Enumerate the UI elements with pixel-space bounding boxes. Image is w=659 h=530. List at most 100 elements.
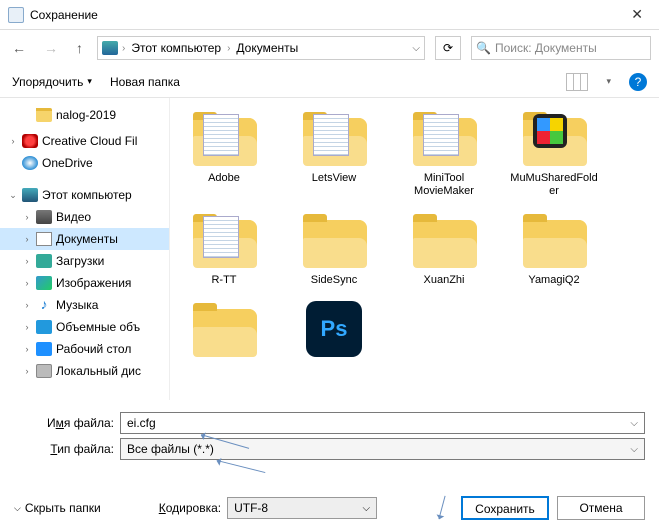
chevron-down-icon[interactable]: ⌵ (630, 418, 638, 429)
encoding-label: Кодировка: (159, 501, 221, 515)
tree-item-label: Изображения (56, 276, 131, 290)
folder-icon (189, 301, 259, 357)
bottom-bar: ⌵ Скрыть папки Кодировка: UTF-8 ⌵ Сохран… (0, 496, 659, 520)
chevron-right-icon[interactable]: › (22, 300, 32, 310)
file-name: MuMuSharedFolder (508, 172, 600, 198)
chevron-down-icon: ⌵ (14, 503, 21, 514)
close-button[interactable]: ✕ (623, 4, 651, 25)
tree-item[interactable]: ⌄ Этот компьютер (0, 184, 169, 206)
file-item[interactable]: LetsView (288, 110, 380, 198)
organize-label: Упорядочить (12, 75, 83, 89)
breadcrumb-item[interactable]: Документы (234, 39, 300, 57)
doc-icon (36, 232, 52, 246)
tree-item-label: Документы (56, 232, 118, 246)
chevron-down-icon: ▾ (87, 76, 92, 87)
filename-input[interactable]: ei.cfg ⌵ (120, 412, 645, 434)
folder-icon (409, 212, 479, 268)
file-item[interactable]: MiniTool MovieMaker (398, 110, 490, 198)
chevron-down-icon: ⌵ (363, 503, 371, 514)
tree-item[interactable]: › Локальный дис (0, 360, 169, 382)
search-icon: 🔍 (476, 41, 491, 55)
file-name: Adobe (178, 172, 270, 185)
tree-item[interactable]: nalog-2019 (0, 104, 169, 126)
chevron-right-icon[interactable]: › (22, 278, 32, 288)
chevron-right-icon[interactable]: › (22, 344, 32, 354)
up-button[interactable]: ↑ (72, 36, 87, 60)
filename-label: Имя файла: (14, 416, 114, 430)
tree-item[interactable]: › Видео (0, 206, 169, 228)
tree-item-label: OneDrive (42, 156, 93, 170)
view-mode-button[interactable] (566, 73, 588, 91)
tree-item[interactable]: › Загрузки (0, 250, 169, 272)
tree-item[interactable]: ›♪Музыка (0, 294, 169, 316)
nav-row: ← → ↑ › Этот компьютер › Документы ⌵ ⟳ 🔍… (0, 30, 659, 66)
filetype-label: Тип файла: (14, 442, 114, 456)
folder-tree[interactable]: nalog-2019 › Creative Cloud Fil OneDrive ⌄ Эт… (0, 98, 170, 400)
back-button[interactable]: ← (8, 36, 30, 60)
breadcrumb-item[interactable]: Этот компьютер (129, 39, 223, 57)
filename-value: ei.cfg (127, 416, 156, 430)
save-form: Имя файла: ei.cfg ⌵ Тип файла: Все файлы… (0, 400, 659, 460)
file-item[interactable]: SideSync (288, 212, 380, 287)
file-item[interactable]: XuanZhi (398, 212, 490, 287)
folder-icon (409, 110, 479, 166)
cancel-button[interactable]: Отмена (557, 496, 645, 520)
chevron-right-icon[interactable]: › (22, 234, 32, 244)
encoding-select[interactable]: UTF-8 ⌵ (227, 497, 377, 519)
tree-item[interactable]: › Документы (0, 228, 169, 250)
file-item[interactable]: Ps (288, 301, 380, 363)
file-name: XuanZhi (398, 274, 490, 287)
file-list[interactable]: Adobe LetsView MiniTool MovieMaker MuMuShar… (170, 98, 659, 400)
chevron-right-icon[interactable]: › (22, 366, 32, 376)
new-folder-button[interactable]: Новая папка (110, 75, 180, 89)
file-name: R-TT (178, 274, 270, 287)
tree-item-label: Этот компьютер (42, 188, 132, 202)
tree-item[interactable]: OneDrive (0, 152, 169, 174)
save-button[interactable]: Сохранить (461, 496, 549, 520)
window-title: Сохранение (30, 8, 623, 22)
file-name: YamagiQ2 (508, 274, 600, 287)
tree-item[interactable]: › Рабочий стол (0, 338, 169, 360)
chevron-right-icon[interactable]: › (22, 212, 32, 222)
tree-item-label: Музыка (56, 298, 98, 312)
search-placeholder: Поиск: Документы (495, 41, 597, 55)
tree-item-label: Creative Cloud Fil (42, 134, 137, 148)
folder-icon (189, 110, 259, 166)
filetype-value: Все файлы (*.*) (127, 442, 214, 456)
chevron-down-icon[interactable]: ▾ (606, 76, 611, 87)
chevron-right-icon[interactable]: › (8, 136, 18, 146)
tree-item-label: Локальный дис (56, 364, 141, 378)
tree-item-label: Рабочий стол (56, 342, 131, 356)
file-item[interactable]: YamagiQ2 (508, 212, 600, 287)
folder-icon (519, 212, 589, 268)
forward-button[interactable]: → (40, 36, 62, 60)
chevron-down-icon[interactable]: ⌵ (412, 43, 420, 54)
folder-icon (189, 212, 259, 268)
help-button[interactable]: ? (629, 73, 647, 91)
search-input[interactable]: 🔍 Поиск: Документы (471, 36, 651, 60)
filetype-select[interactable]: Все файлы (*.*) ⌵ (120, 438, 645, 460)
file-item[interactable]: MuMuSharedFolder (508, 110, 600, 198)
refresh-button[interactable]: ⟳ (435, 36, 461, 60)
tree-item[interactable]: ›Объемные объ (0, 316, 169, 338)
tree-item[interactable]: › Изображения (0, 272, 169, 294)
od-icon (22, 156, 38, 170)
tree-item[interactable]: › Creative Cloud Fil (0, 130, 169, 152)
annotation-arrow (217, 460, 266, 473)
tree-item-label: Видео (56, 210, 91, 224)
pc-icon (102, 41, 118, 55)
address-bar[interactable]: › Этот компьютер › Документы ⌵ (97, 36, 425, 60)
file-item[interactable]: Adobe (178, 110, 270, 198)
file-item[interactable]: R-TT (178, 212, 270, 287)
disk-icon (36, 364, 52, 378)
hide-folders-button[interactable]: ⌵ Скрыть папки (14, 501, 101, 515)
chevron-down-icon[interactable]: ⌄ (8, 190, 18, 201)
chevron-right-icon[interactable]: › (22, 256, 32, 266)
vid-icon (36, 210, 52, 224)
file-name: LetsView (288, 172, 380, 185)
tree-item-label: Загрузки (56, 254, 104, 268)
chevron-down-icon[interactable]: ⌵ (630, 444, 638, 455)
organize-menu[interactable]: Упорядочить ▾ (12, 75, 92, 89)
chevron-right-icon[interactable]: › (22, 322, 32, 332)
file-item[interactable] (178, 301, 270, 363)
